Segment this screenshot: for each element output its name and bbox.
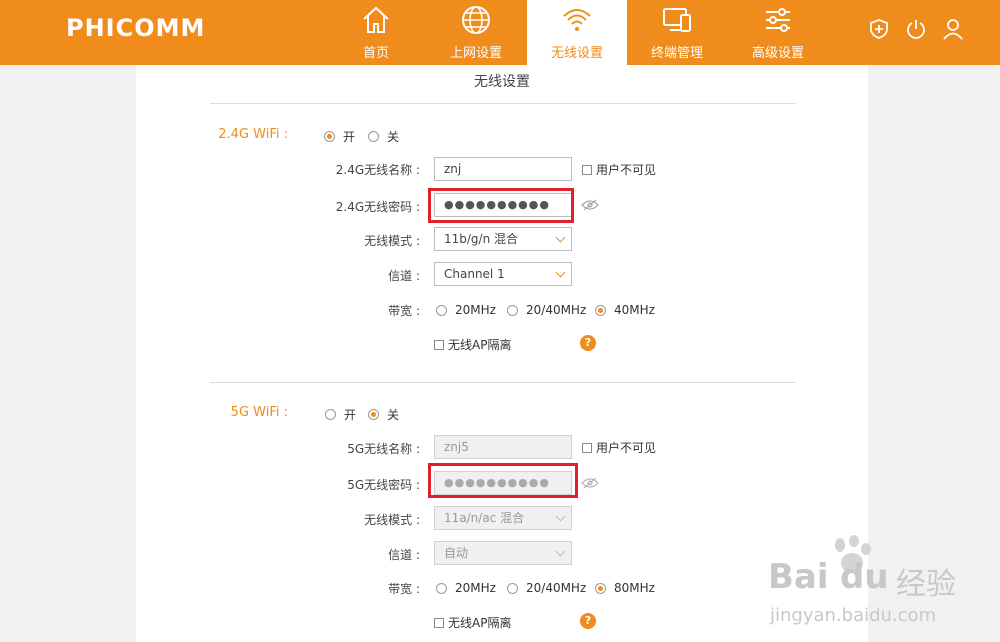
phicomm-logo[interactable]: PHICOMM <box>66 14 205 42</box>
radio-label: 20/40MHz <box>526 581 587 595</box>
home-icon <box>363 6 389 33</box>
radio-circle <box>507 582 518 594</box>
radio-label: 关 <box>387 408 400 422</box>
checkbox-label: 用户不可见 <box>596 163 657 177</box>
radio-label: 80MHz <box>614 581 655 595</box>
wifi24-channel-label: 信道 : <box>388 269 420 283</box>
title-divider <box>210 103 796 104</box>
radio-circle <box>595 304 606 316</box>
section-divider <box>210 382 796 383</box>
wifi-icon <box>563 9 591 31</box>
nav-wireless-settings[interactable]: 无线设置 <box>527 0 627 65</box>
help-icon[interactable]: ? <box>580 613 596 629</box>
wireless-settings-panel: 无线设置 2.4G WiFi : 开 关 2.4G无线名称 : znj 用户不可… <box>136 65 868 642</box>
watermark-brand: Bai <box>768 557 829 597</box>
wifi5-bandwidth-label: 带宽 : <box>388 582 420 596</box>
baidu-jingyan-watermark: Bai du 经验 jingyan.baidu.com <box>764 535 1000 642</box>
radio-circle <box>324 131 335 142</box>
highlight-box <box>428 188 574 223</box>
nav-internet-settings[interactable]: 上网设置 <box>426 0 526 65</box>
wifi5-on-radio[interactable]: 开 <box>325 406 356 423</box>
wifi24-ap-isolation-checkbox[interactable]: 无线AP隔离 <box>434 336 511 353</box>
devices-icon <box>663 8 691 32</box>
wifi5-bw-2040-radio[interactable]: 20/40MHz <box>507 581 586 595</box>
eye-hidden-icon[interactable] <box>581 477 599 489</box>
radio-label: 开 <box>343 130 356 144</box>
nav-device-label: 终端管理 <box>650 46 703 61</box>
checkbox-box <box>582 442 592 453</box>
wifi5-off-radio[interactable]: 关 <box>368 406 399 423</box>
checkbox-label: 用户不可见 <box>596 441 657 455</box>
wifi24-hide-ssid-checkbox[interactable]: 用户不可见 <box>582 161 656 178</box>
nav-home[interactable]: 首页 <box>326 0 426 65</box>
wifi5-bw-80-radio[interactable]: 80MHz <box>595 581 655 595</box>
checkbox-label: 无线AP隔离 <box>448 616 512 630</box>
radio-label: 20/40MHz <box>526 303 587 317</box>
eye-hidden-icon[interactable] <box>581 199 599 211</box>
radio-label: 开 <box>344 408 357 422</box>
wifi24-off-radio[interactable]: 关 <box>368 128 399 145</box>
nav-internet-label: 上网设置 <box>449 46 502 61</box>
power-icon[interactable] <box>905 18 927 40</box>
checkbox-box <box>582 164 592 175</box>
wifi24-bw-20-radio[interactable]: 20MHz <box>436 303 496 317</box>
radio-label: 关 <box>387 130 400 144</box>
radio-circle <box>325 409 336 420</box>
radio-label: 20MHz <box>455 581 496 595</box>
top-nav-bar: PHICOMM 首页 上网设置 无线设置 终端管理 高级设置 <box>0 0 1000 65</box>
nav-wireless-label: 无线设置 <box>550 46 603 61</box>
shield-icon[interactable] <box>868 18 890 40</box>
watermark-cn: 经验 <box>896 567 956 602</box>
wifi24-ssid-input[interactable]: znj <box>434 157 572 181</box>
wifi5-mode-select[interactable]: 11a/n/ac 混合 <box>434 506 572 530</box>
wifi5-name-label: 5G无线名称 : <box>347 442 420 456</box>
wifi24-mode-select[interactable]: 11b/g/n 混合 <box>434 227 572 251</box>
user-icon[interactable] <box>942 18 964 40</box>
wifi24-name-label: 2.4G无线名称 : <box>335 163 420 177</box>
wifi5-bw-20-radio[interactable]: 20MHz <box>436 581 496 595</box>
highlight-box <box>428 463 578 498</box>
wifi24-channel-select[interactable]: Channel 1 <box>434 262 572 286</box>
wifi5-mode-label: 无线模式 : <box>364 513 420 527</box>
wifi5-ssid-input[interactable]: znj5 <box>434 435 572 459</box>
wifi5-channel-label: 信道 : <box>388 548 420 562</box>
radio-circle <box>368 409 379 420</box>
page-title: 无线设置 <box>474 74 530 90</box>
watermark-url: jingyan.baidu.com <box>770 605 937 626</box>
nav-home-label: 首页 <box>362 46 389 61</box>
watermark-brand2: du <box>840 557 889 597</box>
nav-advanced-label: 高级设置 <box>751 46 804 61</box>
wifi24-section-label: 2.4G WiFi : <box>218 127 288 142</box>
sliders-icon <box>766 8 790 32</box>
nav-device-management[interactable]: 终端管理 <box>627 0 727 65</box>
radio-label: 40MHz <box>614 303 655 317</box>
wifi24-bw-40-radio[interactable]: 40MHz <box>595 303 655 317</box>
wifi24-on-radio[interactable]: 开 <box>324 128 355 145</box>
wifi24-mode-label: 无线模式 : <box>364 234 420 248</box>
nav-advanced-settings[interactable]: 高级设置 <box>728 0 828 65</box>
radio-circle <box>595 582 606 594</box>
checkbox-label: 无线AP隔离 <box>448 338 512 352</box>
wifi5-ap-isolation-checkbox[interactable]: 无线AP隔离 <box>434 614 511 631</box>
radio-label: 20MHz <box>455 303 496 317</box>
radio-circle <box>436 582 447 594</box>
wifi24-password-label: 2.4G无线密码 : <box>335 200 420 214</box>
checkbox-box <box>434 339 444 350</box>
radio-circle <box>368 131 379 142</box>
wifi24-bandwidth-label: 带宽 : <box>388 304 420 318</box>
globe-icon <box>462 6 490 34</box>
wifi5-channel-select[interactable]: 自动 <box>434 541 572 565</box>
help-icon[interactable]: ? <box>580 335 596 351</box>
radio-circle <box>507 304 518 316</box>
wifi5-password-label: 5G无线密码 : <box>347 478 420 492</box>
checkbox-box <box>434 617 444 628</box>
wifi5-hide-ssid-checkbox[interactable]: 用户不可见 <box>582 439 656 456</box>
wifi24-bw-2040-radio[interactable]: 20/40MHz <box>507 303 586 317</box>
wifi5-section-label: 5G WiFi : <box>230 405 288 420</box>
radio-circle <box>436 304 447 316</box>
